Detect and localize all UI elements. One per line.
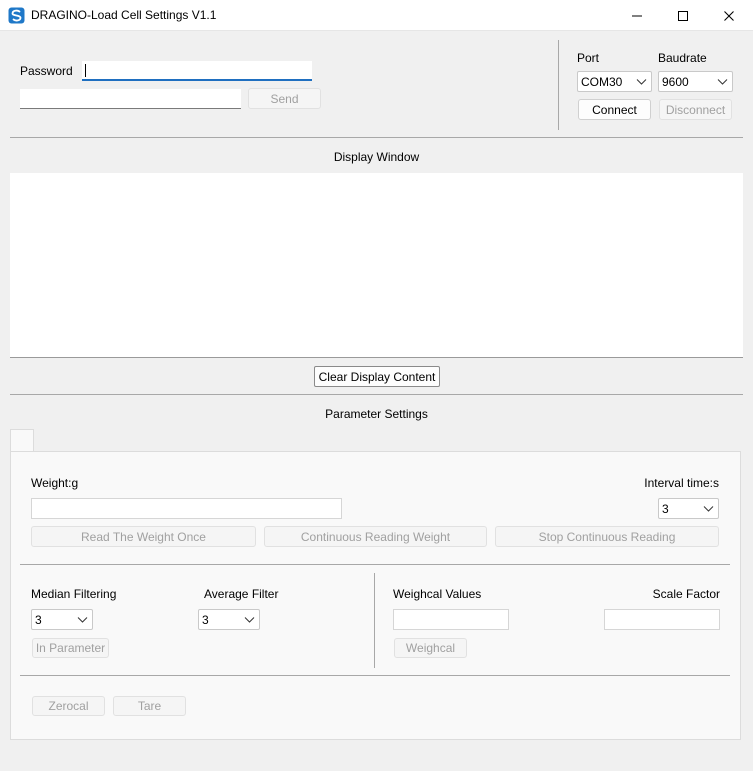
weighcal-button[interactable]: Weighcal [394, 638, 467, 658]
header-separator [558, 40, 559, 130]
minimize-button[interactable] [614, 0, 660, 31]
stop-continuous-reading-button[interactable]: Stop Continuous Reading [495, 526, 719, 547]
average-filter-value: 3 [202, 612, 209, 627]
weighcal-values-field[interactable] [393, 609, 509, 630]
in-parameter-button[interactable]: In Parameter [32, 638, 109, 658]
password-input[interactable] [82, 61, 312, 81]
maximize-icon [678, 10, 688, 21]
chevron-down-icon [717, 79, 728, 85]
chevron-down-icon [636, 79, 647, 85]
baudrate-label: Baudrate [658, 51, 707, 65]
disconnect-button[interactable]: Disconnect [659, 99, 732, 120]
chevron-down-icon [77, 617, 88, 623]
weighcal-values-label: Weighcal Values [393, 587, 482, 601]
tab-parameters[interactable] [10, 429, 34, 452]
display-window-title: Display Window [333, 150, 420, 164]
weight-label: Weight:g [31, 476, 79, 490]
interval-time-label: Interval time:s [644, 476, 719, 490]
separator [20, 675, 730, 676]
password-label: Password [20, 64, 73, 78]
weight-field[interactable] [31, 498, 342, 519]
close-icon [724, 10, 734, 21]
chevron-down-icon [244, 617, 255, 623]
interval-time-select[interactable]: 3 [658, 498, 719, 519]
display-window[interactable] [10, 173, 743, 358]
section-separator [374, 573, 375, 668]
dragino-logo-icon [8, 7, 25, 24]
baudrate-value: 9600 [662, 74, 689, 89]
port-value: COM30 [581, 74, 623, 89]
tare-button[interactable]: Tare [113, 696, 186, 716]
chevron-down-icon [703, 506, 714, 512]
clear-display-button[interactable]: Clear Display Content [314, 366, 440, 387]
port-select[interactable]: COM30 [577, 71, 652, 92]
window-title: DRAGINO-Load Cell Settings V1.1 [31, 8, 217, 22]
close-button[interactable] [706, 0, 752, 31]
continuous-reading-button[interactable]: Continuous Reading Weight [264, 526, 487, 547]
median-filtering-label: Median Filtering [31, 587, 117, 601]
parameter-settings-title: Parameter Settings [325, 407, 428, 421]
minimize-icon [632, 15, 642, 16]
read-weight-once-button[interactable]: Read The Weight Once [31, 526, 256, 547]
separator [10, 394, 743, 395]
average-filter-label: Average Filter [204, 587, 279, 601]
separator [10, 137, 743, 138]
scale-factor-label: Scale Factor [652, 587, 720, 601]
baudrate-select[interactable]: 9600 [658, 71, 733, 92]
port-label: Port [577, 51, 600, 65]
maximize-button[interactable] [660, 0, 706, 31]
median-filtering-value: 3 [35, 612, 42, 627]
interval-time-value: 3 [662, 501, 669, 516]
separator [20, 564, 730, 565]
text-cursor [85, 64, 86, 77]
zerocal-button[interactable]: Zerocal [32, 696, 105, 716]
send-button[interactable]: Send [248, 88, 321, 109]
median-filtering-select[interactable]: 3 [31, 609, 93, 630]
command-input[interactable] [20, 89, 241, 109]
scale-factor-field[interactable] [604, 609, 720, 630]
connect-button[interactable]: Connect [578, 99, 651, 120]
average-filter-select[interactable]: 3 [198, 609, 260, 630]
